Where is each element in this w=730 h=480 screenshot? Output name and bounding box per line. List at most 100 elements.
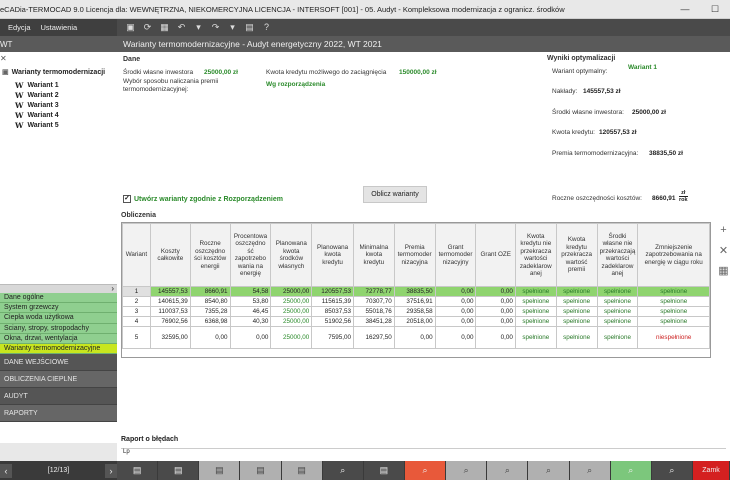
next-page-button[interactable]: › bbox=[104, 463, 117, 478]
nav-obliczenia-cieplne[interactable]: OBLICZENIA CIEPLNE bbox=[0, 371, 117, 389]
table-row[interactable]: 2 140615,39 8540,80 53,80 25000,00 115615,39 7… bbox=[122, 296, 710, 307]
column-header[interactable]: Kwota kredytu przekracza wartość premii bbox=[555, 223, 598, 287]
roczne-unit-top: zł bbox=[679, 190, 688, 197]
search-icon[interactable]: ⌕ bbox=[652, 461, 693, 480]
table-cell: 20518,00 bbox=[393, 316, 436, 327]
table-cell: spełnione bbox=[555, 296, 598, 307]
search-icon[interactable]: ⌕ bbox=[528, 461, 570, 480]
nav-raporty[interactable]: RAPORTY bbox=[0, 405, 117, 423]
column-header[interactable]: Środki własne nie przekraczają wartości … bbox=[596, 223, 639, 287]
table-cell: spełnione bbox=[596, 316, 639, 327]
table-cell: niespełnione bbox=[637, 326, 710, 349]
column-header[interactable]: Koszty całkowite bbox=[149, 223, 191, 287]
search-icon[interactable]: ⌕ bbox=[323, 461, 364, 480]
wyniki-srodki-value: 25000,00 zł bbox=[632, 109, 666, 116]
document-icon[interactable]: ▤ bbox=[281, 461, 323, 480]
menu-edycja[interactable]: Edycja bbox=[8, 23, 31, 32]
column-header[interactable]: Premia termomoder nizacyjna bbox=[393, 223, 436, 287]
utworz-warianty-checkbox[interactable]: ✓ Utwórz warianty zgodnie z Rozporządzen… bbox=[123, 195, 283, 203]
tree-item-wariant-4[interactable]: W Wariant 4 bbox=[15, 111, 59, 120]
tree-item-wariant-2[interactable]: W Wariant 2 bbox=[15, 91, 59, 100]
table-row[interactable]: 1 145557,53 8660,91 54,58 25000,00 120557,53 7… bbox=[122, 286, 710, 297]
raport-box: Lp bbox=[121, 448, 726, 461]
column-header[interactable]: Planowana kwota kredytu bbox=[311, 223, 354, 287]
nav-warianty[interactable]: Warianty termomodernizacyjne bbox=[0, 343, 117, 355]
column-header[interactable]: Procentowa oszczędno ść zapotrzebo wania… bbox=[229, 223, 272, 287]
table-cell: spełnione bbox=[514, 316, 557, 327]
oblicz-warianty-button[interactable]: Oblicz warianty bbox=[363, 186, 427, 203]
menu-ustawienia[interactable]: Ustawienia bbox=[41, 23, 78, 32]
column-header[interactable]: Kwota kredytu nie przekracza wartości za… bbox=[514, 223, 557, 287]
nav-okna[interactable]: Okna, drzwi, wentylacja bbox=[0, 333, 117, 344]
kwota-value[interactable]: 150000,00 zł bbox=[399, 69, 437, 76]
table-cell: 0,00 bbox=[434, 296, 477, 307]
help-icon[interactable]: ? bbox=[261, 22, 272, 33]
dropdown-icon[interactable]: ▾ bbox=[193, 22, 204, 33]
checkbox-box[interactable]: ✓ bbox=[123, 195, 131, 203]
search-icon[interactable]: ⌕ bbox=[487, 461, 529, 480]
export-icon[interactable]: ▤ bbox=[158, 461, 200, 480]
document-icon[interactable]: ▤ bbox=[240, 461, 282, 480]
dropdown-icon[interactable]: ▾ bbox=[227, 22, 238, 33]
table-cell: 38451,28 bbox=[353, 316, 395, 327]
column-header[interactable]: Planowana kwota środków własnych bbox=[270, 223, 313, 287]
add-icon[interactable]: + bbox=[717, 224, 730, 244]
nav-dane-wejsciowe[interactable]: DANE WEJŚCIOWE bbox=[0, 354, 117, 372]
search-icon[interactable]: ⌕ bbox=[569, 461, 611, 480]
table-cell: spełnione bbox=[596, 286, 639, 297]
sidebar-splitter[interactable]: › bbox=[0, 284, 117, 293]
table-row[interactable]: 4 76902,56 6368,98 40,30 25000,00 51902,56 384… bbox=[122, 316, 710, 327]
calculator-icon[interactable]: ▤ bbox=[244, 22, 255, 33]
column-header[interactable]: Minimalna kwota kredytu bbox=[353, 223, 395, 287]
nav-audyt[interactable]: AUDYT bbox=[0, 388, 117, 406]
calculator-icon[interactable]: ▦ bbox=[717, 264, 730, 284]
nav-ciepla-woda[interactable]: Ciepła woda użytkowa bbox=[0, 313, 117, 324]
column-header[interactable]: Zmniejszenie zapotrzebowania na energię … bbox=[637, 223, 710, 287]
premia-method-select[interactable]: Wg rozporządzenia bbox=[266, 81, 325, 88]
table-cell: 4 bbox=[122, 316, 151, 327]
window-title: eCADia-TERMOCAD 9.0 Licencja dla: WEWNĘT… bbox=[0, 4, 565, 14]
table-row[interactable]: 3 110037,53 7355,28 46,45 25000,00 85037,53 55… bbox=[122, 306, 710, 317]
close-button[interactable]: Zamk bbox=[692, 461, 730, 480]
table-row[interactable]: 5 32595,00 0,00 0,00 25000,00 7595,00 16297,50… bbox=[122, 326, 710, 349]
list-icon[interactable]: ▤ bbox=[364, 461, 405, 480]
redo-icon[interactable]: ↷ bbox=[210, 22, 221, 33]
chevron-right-icon[interactable]: › bbox=[111, 284, 114, 293]
search-icon[interactable]: ⌕ bbox=[610, 461, 652, 480]
document-icon[interactable]: ▤ bbox=[199, 461, 241, 480]
minimize-icon[interactable]: — bbox=[670, 4, 700, 14]
tree-item-wariant-5[interactable]: W Wariant 5 bbox=[15, 121, 59, 130]
import-icon[interactable]: ▤ bbox=[117, 461, 159, 480]
sidebar-tree: ✕ ▣ Warianty termomodernizacji W Wariant… bbox=[0, 52, 117, 284]
column-header[interactable]: Grant termomoder nizacyjny bbox=[434, 223, 477, 287]
refresh-icon[interactable]: ⟳ bbox=[142, 22, 153, 33]
close-icon[interactable]: ✕ bbox=[0, 54, 7, 63]
srodki-value[interactable]: 25000,00 zł bbox=[204, 69, 238, 76]
nav-sciany[interactable]: Ściany, stropy, stropodachy bbox=[0, 323, 117, 334]
column-header[interactable]: Wariant bbox=[122, 223, 151, 287]
save-icon[interactable]: ▣ bbox=[125, 22, 136, 33]
column-header[interactable]: Roczne oszczędno ści kosztów energii bbox=[189, 223, 231, 287]
table-cell: 1 bbox=[122, 286, 151, 297]
search-icon[interactable]: ⌕ bbox=[404, 461, 447, 480]
kredyt-value: 120557,53 zł bbox=[599, 129, 637, 136]
nav-system-grzewczy[interactable]: System grzewczy bbox=[0, 303, 117, 314]
search-icon[interactable]: ⌕ bbox=[446, 461, 488, 480]
delete-icon[interactable]: ✕ bbox=[717, 244, 730, 264]
variant-icon: W bbox=[15, 101, 24, 110]
table-cell: 40,30 bbox=[229, 316, 272, 327]
wariant-optymalny-label: Wariant optymalny: bbox=[552, 68, 608, 75]
grid-icon[interactable]: ▦ bbox=[159, 22, 170, 33]
tree-root[interactable]: ▣ Warianty termomodernizacji bbox=[2, 68, 106, 77]
table-cell: 145557,53 bbox=[149, 286, 191, 297]
maximize-icon[interactable]: ☐ bbox=[700, 4, 730, 15]
tree-item-wariant-1[interactable]: W Wariant 1 bbox=[15, 81, 59, 90]
column-header[interactable]: Grant OZE bbox=[475, 223, 516, 287]
tree-item-wariant-3[interactable]: W Wariant 3 bbox=[15, 101, 59, 110]
prev-page-button[interactable]: ‹ bbox=[0, 463, 12, 478]
table-cell: 51902,56 bbox=[311, 316, 354, 327]
nav-dane-ogolne[interactable]: Dane ogólne bbox=[0, 293, 117, 304]
tree-root-label: Warianty termomodernizacji bbox=[11, 68, 106, 76]
undo-icon[interactable]: ↶ bbox=[176, 22, 187, 33]
wyniki-heading: Wyniki optymalizacji bbox=[547, 55, 616, 62]
